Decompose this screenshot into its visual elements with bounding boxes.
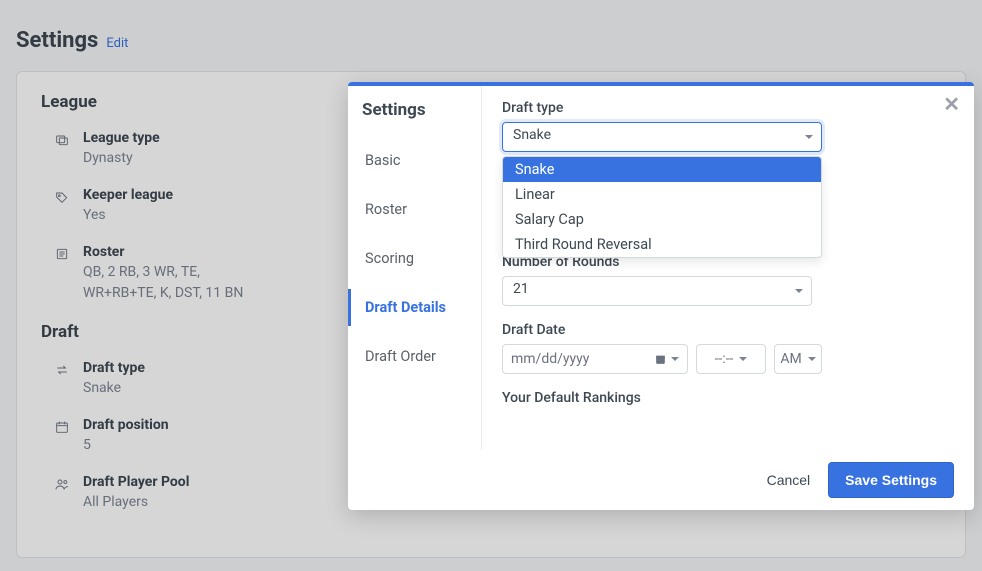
ampm-value: AM (780, 351, 801, 367)
draft-time-input[interactable]: --:-- (696, 344, 766, 374)
settings-modal: Settings Basic Roster Scoring Draft Deta… (348, 82, 974, 510)
modal-body: Settings Basic Roster Scoring Draft Deta… (348, 86, 974, 450)
chevron-down-icon (805, 135, 813, 139)
chevron-down-icon (739, 357, 747, 361)
option-salary-cap[interactable]: Salary Cap (503, 207, 821, 232)
option-third-round-reversal[interactable]: Third Round Reversal (503, 232, 821, 257)
rounds-value: 21 (513, 281, 529, 297)
draft-type-selected: Snake (513, 127, 551, 143)
date-placeholder: mm/dd/yyyy (511, 351, 589, 367)
draft-date-input[interactable]: mm/dd/yyyy (502, 344, 688, 374)
tab-roster[interactable]: Roster (348, 191, 481, 228)
modal-sidebar-title: Settings (348, 100, 481, 142)
draft-type-dropdown: Snake Linear Salary Cap Third Round Reve… (502, 156, 822, 258)
chevron-down-icon (808, 357, 816, 361)
modal-main: ✕ Draft type Snake Snake Linear Salary C… (482, 86, 974, 450)
form-group-draft-date: Draft Date mm/dd/yyyy --:-- AM (502, 322, 954, 374)
draft-type-select[interactable]: Snake (502, 122, 822, 152)
modal-tabs: Basic Roster Scoring Draft Details Draft… (348, 142, 481, 387)
modal-footer: Cancel Save Settings (348, 450, 974, 510)
date-row: mm/dd/yyyy --:-- AM (502, 344, 954, 374)
save-button[interactable]: Save Settings (828, 462, 954, 498)
tab-basic[interactable]: Basic (348, 142, 481, 179)
draft-type-label: Draft type (502, 100, 954, 116)
tab-scoring[interactable]: Scoring (348, 240, 481, 277)
form-group-rounds: Number of Rounds 21 (502, 254, 954, 306)
tab-draft-details[interactable]: Draft Details (348, 289, 481, 326)
tab-draft-order[interactable]: Draft Order (348, 338, 481, 375)
option-snake[interactable]: Snake (503, 157, 821, 182)
rounds-select[interactable]: 21 (502, 276, 812, 306)
draft-date-label: Draft Date (502, 322, 954, 338)
cancel-button[interactable]: Cancel (767, 472, 811, 488)
form-group-draft-type: Draft type Snake Snake Linear Salary Cap… (502, 100, 954, 152)
option-linear[interactable]: Linear (503, 182, 821, 207)
rankings-label: Your Default Rankings (502, 390, 954, 406)
draft-ampm-input[interactable]: AM (774, 344, 822, 374)
form-group-rankings: Your Default Rankings (502, 390, 954, 406)
chevron-down-icon (795, 289, 803, 293)
calendar-picker-icon (654, 353, 679, 366)
modal-sidebar: Settings Basic Roster Scoring Draft Deta… (348, 86, 482, 450)
time-value: --:-- (715, 351, 734, 367)
